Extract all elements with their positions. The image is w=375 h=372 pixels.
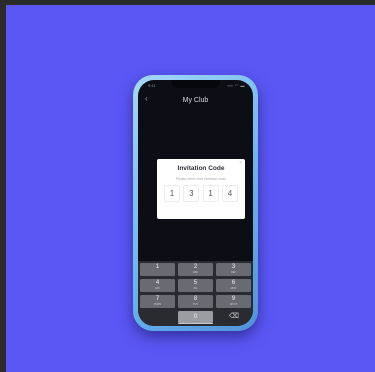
page-title: My Club	[182, 97, 209, 104]
invitation-code-dialog: × Invitation Code Please enter club invi…	[157, 159, 245, 219]
key-3[interactable]: 3 DEF	[216, 263, 251, 276]
code-digit-box[interactable]: 3	[183, 185, 200, 202]
key-9[interactable]: 9 WXYZ	[216, 295, 251, 308]
key-8[interactable]: 8 TUV	[178, 295, 213, 308]
background-canvas: 9:41 ▪▪▪ ◠ ▬ ‹ My Club × Invitation Code…	[6, 5, 375, 372]
code-digit-box[interactable]: 1	[164, 185, 180, 202]
delete-icon[interactable]: ⌫	[226, 312, 242, 322]
phone-notch	[171, 80, 220, 88]
key-0[interactable]: 0	[178, 311, 213, 323]
key-7[interactable]: 7 PQRS	[140, 295, 175, 308]
code-digit-box[interactable]: 1	[202, 185, 219, 202]
key-6[interactable]: 6 MNO	[216, 279, 251, 292]
status-time: 9:41	[148, 83, 156, 88]
numeric-keypad: 1 2 ABC 3 DEF 4 GHI 5 JKL 6 MNO 7 PQRS 8…	[138, 261, 253, 326]
home-indicator	[178, 322, 213, 324]
code-digit-box[interactable]: 4	[221, 185, 238, 202]
dialog-hint: Please enter club invitation code	[175, 177, 227, 181]
status-icons: ▪▪▪ ◠ ▬	[227, 83, 245, 88]
dialog-title: Invitation Code	[177, 165, 225, 172]
key-2[interactable]: 2 ABC	[178, 263, 213, 276]
phone-mockup: 9:41 ▪▪▪ ◠ ▬ ‹ My Club × Invitation Code…	[133, 75, 258, 331]
key-5[interactable]: 5 JKL	[178, 279, 213, 292]
key-4[interactable]: 4 GHI	[140, 279, 175, 292]
phone-screen: 9:41 ▪▪▪ ◠ ▬ ‹ My Club × Invitation Code…	[138, 80, 253, 326]
key-1[interactable]: 1	[140, 263, 175, 276]
code-input-group[interactable]: 1 3 1 4	[164, 185, 238, 202]
